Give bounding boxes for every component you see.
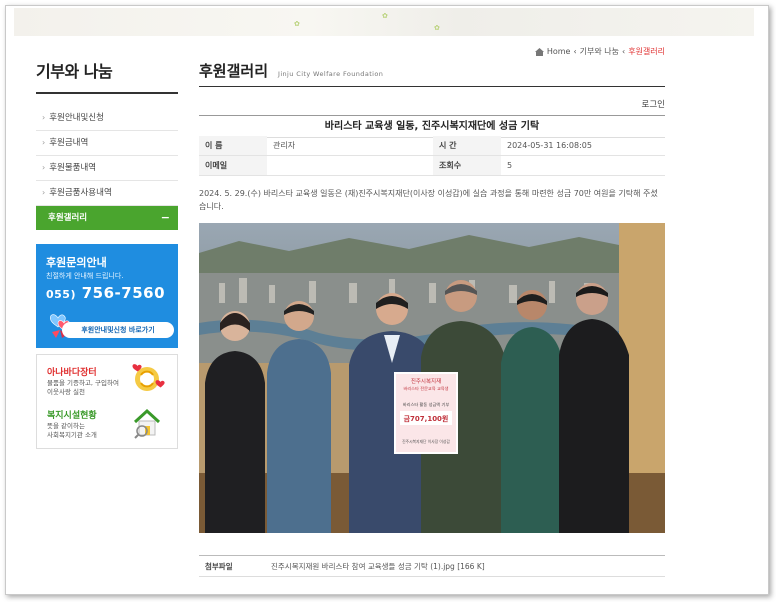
chevron-left-icon: ‹	[573, 47, 577, 56]
breadcrumb: Home ‹ 기부와 나눔 ‹ 후원갤러리	[534, 46, 665, 57]
minus-icon: −	[160, 211, 170, 224]
post-meta-table: 이 름 관리자 시 간 2024-05-31 16:08:05 이메일 조회수 …	[199, 136, 665, 176]
page-subtitle: Jinju City Welfare Foundation	[278, 70, 384, 78]
breadcrumb-home[interactable]: Home	[547, 47, 571, 56]
phone-area-code: 055)	[46, 288, 76, 301]
post-body: 2024. 5. 29.(수) 바리스타 교육생 일동은 (재)진주시복지재단(…	[199, 189, 658, 211]
sidebar-item-gallery[interactable]: 후원갤러리 −	[36, 206, 178, 230]
sidebar-menu: › 후원안내및신청 › 후원금내역 › 후원물품내역 › 후원금품사용내역 후원갤러리 −	[36, 106, 178, 230]
flower-decoration: ✿	[434, 24, 440, 32]
attachment-row: 첨부파일 진주시복지재원 바리스타 참여 교육생들 성금 기탁 (1).jpg …	[199, 555, 665, 577]
table-row: 이메일 조회수 5	[199, 155, 665, 176]
sidebar-item-label: 후원갤러리	[48, 213, 88, 223]
sidebar-item-usage-history[interactable]: › 후원금품사용내역	[36, 181, 178, 206]
chevron-right-icon: ›	[42, 113, 46, 122]
meta-label: 이메일	[199, 155, 267, 176]
breadcrumb-current: 후원갤러리	[628, 47, 665, 56]
chevron-right-icon: ›	[42, 163, 46, 172]
sign-footer: 진주시복지재단 이사장 이성갑	[402, 439, 450, 444]
post-photo: 진주시복지재 바리스타 전문교육 교육생 바리스타 활동 성금액 기부 금707…	[199, 223, 665, 533]
title-divider	[199, 86, 665, 87]
meta-label: 시 간	[433, 136, 501, 156]
login-link[interactable]: 로그인	[642, 98, 665, 110]
chevron-left-icon: ‹	[621, 47, 626, 56]
house-search-icon	[133, 408, 161, 439]
meta-name: 관리자	[267, 136, 433, 156]
welfare-facility-link[interactable]: 복지시설현황 뜻을 같이하는 사회복지기관 소개	[47, 408, 97, 440]
anabada-desc-2: 이웃사랑 실천	[47, 388, 85, 396]
meta-label: 이 름	[199, 136, 267, 156]
sidebar-title: 기부와 나눔	[36, 58, 178, 94]
flower-decoration: ✿	[294, 20, 300, 28]
chevron-right-icon: ›	[42, 138, 46, 147]
sidebar-item-donation-guide[interactable]: › 후원안내및신청	[36, 106, 178, 131]
anabada-desc-1: 물품을 기증하고, 구입하여	[47, 379, 119, 387]
facility-desc-2: 사회복지기관 소개	[47, 431, 97, 439]
quick-links-box: 아나바다장터 물품을 기증하고, 구입하여 이웃사랑 실천 복지시설현황 뜻을 …	[36, 354, 178, 449]
sidebar-item-label: 후원물품내역	[49, 163, 97, 173]
donation-inquiry-box: 후원문의안내 친절하게 안내해 드립니다. 055) 756-7560 후원안내…	[36, 244, 178, 348]
meta-label: 조회수	[433, 155, 501, 176]
inquiry-phone: 055) 756-7560	[46, 284, 165, 302]
facility-title: 복지시설현황	[47, 411, 97, 421]
sidebar-item-donation-history[interactable]: › 후원금내역	[36, 131, 178, 156]
post-title: 바리스타 교육생 일동, 진주시복지재단에 성금 기탁	[199, 115, 665, 138]
anabada-market-link[interactable]: 아나바다장터 물품을 기증하고, 구입하여 이웃사랑 실천	[47, 365, 119, 397]
inquiry-title: 후원문의안내	[46, 256, 107, 269]
sign-line-3: 바리스타 활동 성금액 기부	[403, 401, 450, 408]
flower-decoration: ✿	[382, 12, 388, 20]
page-header: 후원갤러리 Jinju City Welfare Foundation	[199, 60, 383, 81]
home-icon	[534, 47, 544, 56]
sidebar: 기부와 나눔 › 후원안내및신청 › 후원금내역 › 후원물품내역 › 후원금품사용내역…	[36, 58, 178, 449]
sign-line-2: 바리스타 전문교육 교육생	[403, 385, 448, 392]
phone-number: 756-7560	[81, 284, 166, 302]
sidebar-item-label: 후원금내역	[49, 138, 89, 148]
sign-amount: 금707,100원	[404, 414, 449, 423]
breadcrumb-section[interactable]: 기부와 나눔	[580, 46, 619, 57]
donation-apply-button[interactable]: 후원안내및신청 바로가기	[62, 322, 174, 338]
sidebar-item-label: 후원금품사용내역	[49, 188, 112, 198]
sidebar-item-label: 후원안내및신청	[49, 113, 104, 123]
attachment-label: 첨부파일	[205, 561, 233, 571]
recycle-hearts-icon	[132, 364, 165, 391]
sign-line-1: 진주시복지재	[411, 377, 441, 385]
page-title: 후원갤러리	[199, 62, 269, 80]
facility-desc-1: 뜻을 같이하는	[47, 422, 85, 430]
meta-email	[267, 155, 433, 176]
sidebar-item-goods-history[interactable]: › 후원물품내역	[36, 156, 178, 181]
attachment-link[interactable]: 진주시복지재원 바리스타 참여 교육생들 성금 기탁 (1).jpg [166 …	[271, 561, 485, 572]
meta-views: 5	[501, 155, 665, 176]
table-row: 이 름 관리자 시 간 2024-05-31 16:08:05	[199, 136, 665, 156]
meta-time: 2024-05-31 16:08:05	[501, 136, 665, 156]
chevron-right-icon: ›	[42, 188, 46, 197]
top-banner: ✿ ✿ ✿	[14, 8, 754, 36]
inquiry-subtitle: 친절하게 안내해 드립니다.	[46, 272, 124, 280]
donation-sign: 진주시복지재 바리스타 전문교육 교육생 바리스타 활동 성금액 기부 금707…	[394, 372, 458, 454]
anabada-title: 아나바다장터	[47, 368, 97, 378]
